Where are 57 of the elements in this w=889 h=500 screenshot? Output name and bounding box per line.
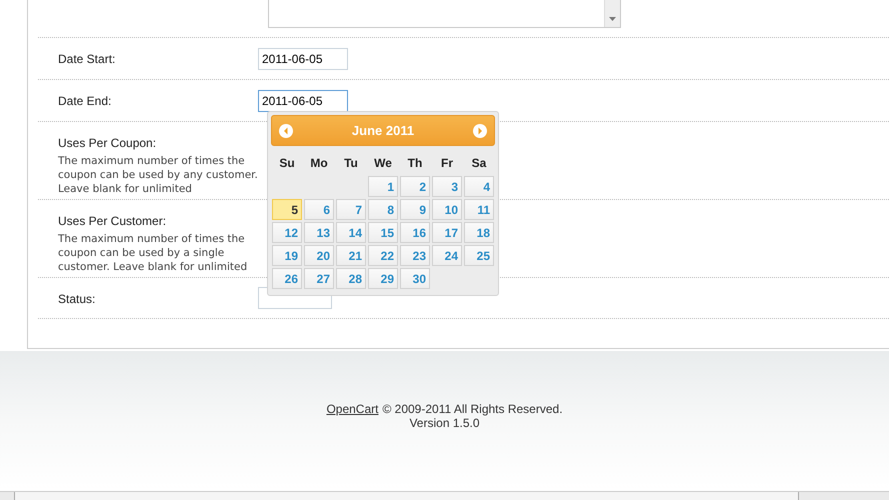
field-label: Date Start: xyxy=(58,51,116,68)
textarea-field[interactable] xyxy=(268,0,621,28)
day-cell[interactable]: 30 xyxy=(400,268,430,289)
day-cell[interactable]: 13 xyxy=(304,222,334,243)
weekday-label: Mo xyxy=(309,155,329,172)
weekday-label: We xyxy=(373,155,393,172)
help-text: The maximum number of times the coupon can be used by a single customer. Leave blank for unlimited xyxy=(58,232,248,274)
day-cell[interactable]: 2 xyxy=(400,176,430,197)
day-cell[interactable]: 21 xyxy=(336,245,366,266)
weekday-label: Su xyxy=(278,155,296,172)
scrollbar-thumb[interactable] xyxy=(14,492,799,500)
day-cell[interactable]: 17 xyxy=(432,222,462,243)
next-month-icon[interactable] xyxy=(473,124,487,138)
day-cell[interactable]: 16 xyxy=(400,222,430,243)
field-label: Uses Per Customer: xyxy=(58,213,168,230)
day-cell[interactable]: 19 xyxy=(272,245,302,266)
day-cell[interactable]: 8 xyxy=(368,199,398,220)
day-cell[interactable]: 1 xyxy=(368,176,398,197)
day-cell[interactable]: 11 xyxy=(464,199,494,220)
copyright-text: © 2009-2011 All Rights Reserved. xyxy=(382,402,563,416)
day-cell[interactable]: 26 xyxy=(272,268,302,289)
day-cell[interactable]: 12 xyxy=(272,222,302,243)
opencart-link[interactable]: OpenCart xyxy=(326,402,378,416)
field-label: Date End: xyxy=(58,93,112,110)
day-cell[interactable]: 3 xyxy=(432,176,462,197)
caret-icon xyxy=(609,17,616,21)
day-cell[interactable]: 25 xyxy=(464,245,494,266)
scrollbar[interactable] xyxy=(604,0,620,27)
version-text: Version 1.5.0 xyxy=(409,416,480,430)
field-label: Uses Per Coupon: xyxy=(58,135,158,152)
weekday-label: Th xyxy=(406,155,424,172)
month-title: June 2011 xyxy=(350,122,416,140)
previous-month-icon[interactable] xyxy=(279,124,293,138)
date-field[interactable]: 2011-06-05 xyxy=(258,48,348,70)
day-cell[interactable]: 7 xyxy=(336,199,366,220)
weekday-label: Sa xyxy=(470,155,488,172)
day-cell[interactable]: 23 xyxy=(400,245,430,266)
day-cell[interactable]: 15 xyxy=(368,222,398,243)
help-text: The maximum number of times the coupon can be used by any customer. Leave blank for unlimited xyxy=(58,154,259,196)
day-cell[interactable]: 29 xyxy=(368,268,398,289)
field-label: Status: xyxy=(58,291,96,308)
weekday-label: Tu xyxy=(343,155,359,172)
day-cell[interactable]: 5 xyxy=(272,199,302,220)
day-cell[interactable]: 6 xyxy=(304,199,334,220)
day-cell[interactable]: 24 xyxy=(432,245,462,266)
day-cell[interactable]: 27 xyxy=(304,268,334,289)
day-cell[interactable]: 4 xyxy=(464,176,494,197)
day-cell[interactable]: 20 xyxy=(304,245,334,266)
day-cell[interactable]: 14 xyxy=(336,222,366,243)
day-cell[interactable]: 22 xyxy=(368,245,398,266)
day-cell[interactable]: 18 xyxy=(464,222,494,243)
weekday-label: Fr xyxy=(440,155,454,172)
day-cell[interactable]: 9 xyxy=(400,199,430,220)
day-cell[interactable]: 28 xyxy=(336,268,366,289)
horizontal-scrollbar[interactable] xyxy=(0,491,889,500)
day-cell[interactable]: 10 xyxy=(432,199,462,220)
date-field[interactable]: 2011-06-05 xyxy=(258,90,348,112)
